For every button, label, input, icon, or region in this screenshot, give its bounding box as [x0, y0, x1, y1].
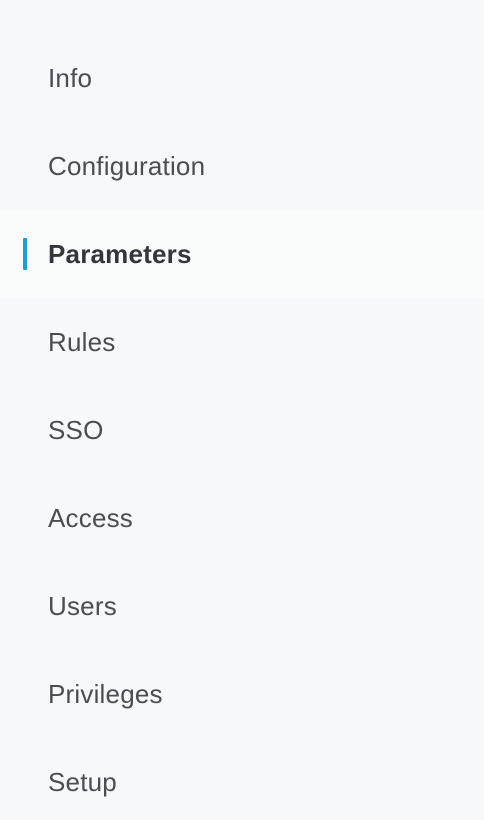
sidebar-item-label: Users: [48, 591, 117, 621]
sidebar-item-info[interactable]: Info: [0, 34, 484, 122]
sidebar-item-label: Info: [48, 63, 93, 93]
sidebar-item-label: SSO: [48, 415, 104, 445]
active-indicator: [23, 238, 27, 270]
sidebar-item-label: Parameters: [48, 239, 192, 269]
sidebar-nav-list: Info Configuration Parameters Rules SSO …: [0, 0, 484, 820]
sidebar-item-label: Privileges: [48, 679, 163, 709]
sidebar-item-privileges[interactable]: Privileges: [0, 650, 484, 738]
settings-sidebar: Info Configuration Parameters Rules SSO …: [0, 0, 484, 820]
sidebar-item-parameters[interactable]: Parameters: [0, 210, 484, 298]
sidebar-item-label: Rules: [48, 327, 116, 357]
sidebar-item-users[interactable]: Users: [0, 562, 484, 650]
sidebar-item-setup[interactable]: Setup: [0, 738, 484, 820]
sidebar-item-rules[interactable]: Rules: [0, 298, 484, 386]
sidebar-item-configuration[interactable]: Configuration: [0, 122, 484, 210]
sidebar-item-label: Configuration: [48, 151, 206, 181]
sidebar-item-label: Access: [48, 503, 134, 533]
sidebar-item-sso[interactable]: SSO: [0, 386, 484, 474]
sidebar-item-access[interactable]: Access: [0, 474, 484, 562]
sidebar-item-label: Setup: [48, 767, 117, 797]
